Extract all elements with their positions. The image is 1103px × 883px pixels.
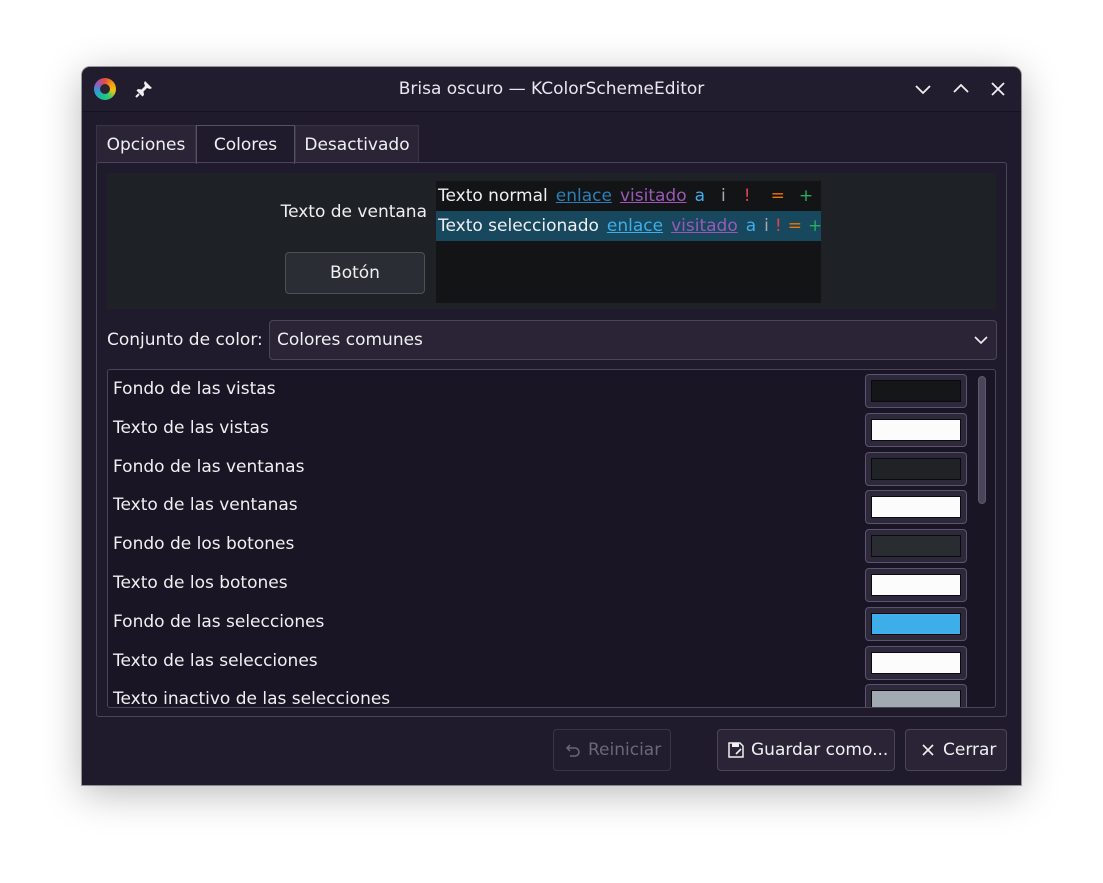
preview-normal-text: Texto normal [438,186,548,206]
reset-button-label: Reiniciar [588,740,662,760]
preview-normal-row: Texto normal enlace visitado a i! = + [436,181,821,211]
color-role-row: Fondo de las selecciones [108,604,973,643]
preview-negative: ! [743,186,751,206]
color-picker-button[interactable] [865,451,967,486]
color-role-label: Fondo de las selecciones [113,611,325,632]
color-role-label: Texto inactivo de las selecciones [113,689,391,708]
color-swatch [871,574,961,596]
color-swatch [871,612,961,635]
color-roles-list[interactable]: Fondo de las vistas Texto de las vistas Fo… [107,369,996,708]
color-role-label: Texto de las selecciones [113,650,318,671]
undo-icon [565,744,580,757]
color-role-label: Fondo de las ventanas [113,456,305,477]
color-swatch [871,457,961,480]
color-picker-button[interactable] [865,529,967,564]
preview-selected-neutral: = [787,216,802,236]
scrollbar-thumb[interactable] [978,376,986,504]
save-as-button-label: Guardar como... [751,740,889,760]
tab-opciones[interactable]: Opciones [96,125,196,163]
color-picker-button[interactable] [865,684,967,707]
color-picker-button[interactable] [865,374,967,408]
preview-button: Botón [285,252,425,294]
save-icon [728,742,744,758]
color-picker-button[interactable] [865,568,967,602]
preview-visited: visitado [619,186,687,206]
color-swatch [871,380,961,402]
maximize-icon[interactable] [951,79,971,99]
preview-selected-inactive: i [764,216,769,236]
close-button-label: Cerrar [943,740,997,760]
color-picker-button[interactable] [865,645,967,680]
color-picker-button[interactable] [865,412,967,447]
color-role-label: Texto de las vistas [113,417,269,438]
color-role-label: Fondo de las vistas [113,379,276,399]
chevron-down-icon [974,336,988,345]
minimize-icon[interactable] [913,79,933,99]
preview-active: a [694,186,706,206]
preview-selected-negative: ! [774,216,782,236]
color-set-label: Conjunto de color: [107,330,263,350]
preview-window-text: Texto de ventana [280,202,427,222]
color-role-row: Texto inactivo de las selecciones [108,681,973,708]
color-set-value: Colores comunes [277,330,423,350]
window-title: Brisa oscuro — KColorSchemeEditor [398,79,705,99]
colors-panel: Texto de ventana Botón Texto normal enlac… [96,162,1007,717]
reset-button[interactable]: Reiniciar [553,729,671,771]
color-swatch [871,690,961,707]
color-set-combobox[interactable]: Colores comunes [269,320,997,360]
title-bar: Brisa oscuro — KColorSchemeEditor [82,67,1021,112]
preview-positive: + [798,186,814,206]
preview-selected-active: a [745,216,757,236]
close-icon [922,744,934,756]
preview-selected-link: enlace [606,216,664,236]
color-role-label: Fondo de los botones [113,534,295,555]
scrollbar[interactable] [976,374,988,704]
tab-colores[interactable]: Colores [196,125,295,164]
color-role-row: Texto de los botones [108,565,973,604]
close-window-icon[interactable] [988,79,1008,99]
color-swatch [871,651,961,674]
preview-inactive: i [721,186,726,206]
color-picker-button[interactable] [865,490,967,525]
preview-selected-text: Texto seleccionado [438,216,599,236]
color-swatch [871,496,961,519]
preview-area: Texto de ventana Botón Texto normal enlac… [107,173,996,309]
color-role-label: Texto de las ventanas [113,495,298,516]
kcolorschemeeditor-window: Brisa oscuro — KColorSchemeEditor Opcion… [82,67,1021,785]
preview-text-box: Texto normal enlace visitado a i! = + Texto se… [436,181,823,303]
color-role-label: Texto de los botones [113,573,288,593]
color-role-row: Fondo de las vistas [108,371,973,410]
tab-desactivado[interactable]: Desactivado [295,125,419,163]
close-button[interactable]: Cerrar [905,729,1007,771]
save-as-button[interactable]: Guardar como... [717,729,895,771]
color-role-row: Texto de las selecciones [108,643,973,682]
color-role-row: Fondo de los botones [108,526,973,565]
color-picker-button[interactable] [865,606,967,641]
color-role-row: Texto de las vistas [108,410,973,449]
color-role-row: Fondo de las ventanas [108,449,973,488]
color-role-row: Texto de las ventanas [108,487,973,526]
preview-selected-visited: visitado [671,216,738,236]
preview-selected-positive: + [807,216,823,236]
preview-selected-row: Texto seleccionado enlace visitado a i! = + [436,211,823,241]
preview-link: enlace [555,186,612,206]
color-swatch [871,418,961,441]
preview-neutral: = [770,186,785,206]
color-swatch [871,535,961,558]
